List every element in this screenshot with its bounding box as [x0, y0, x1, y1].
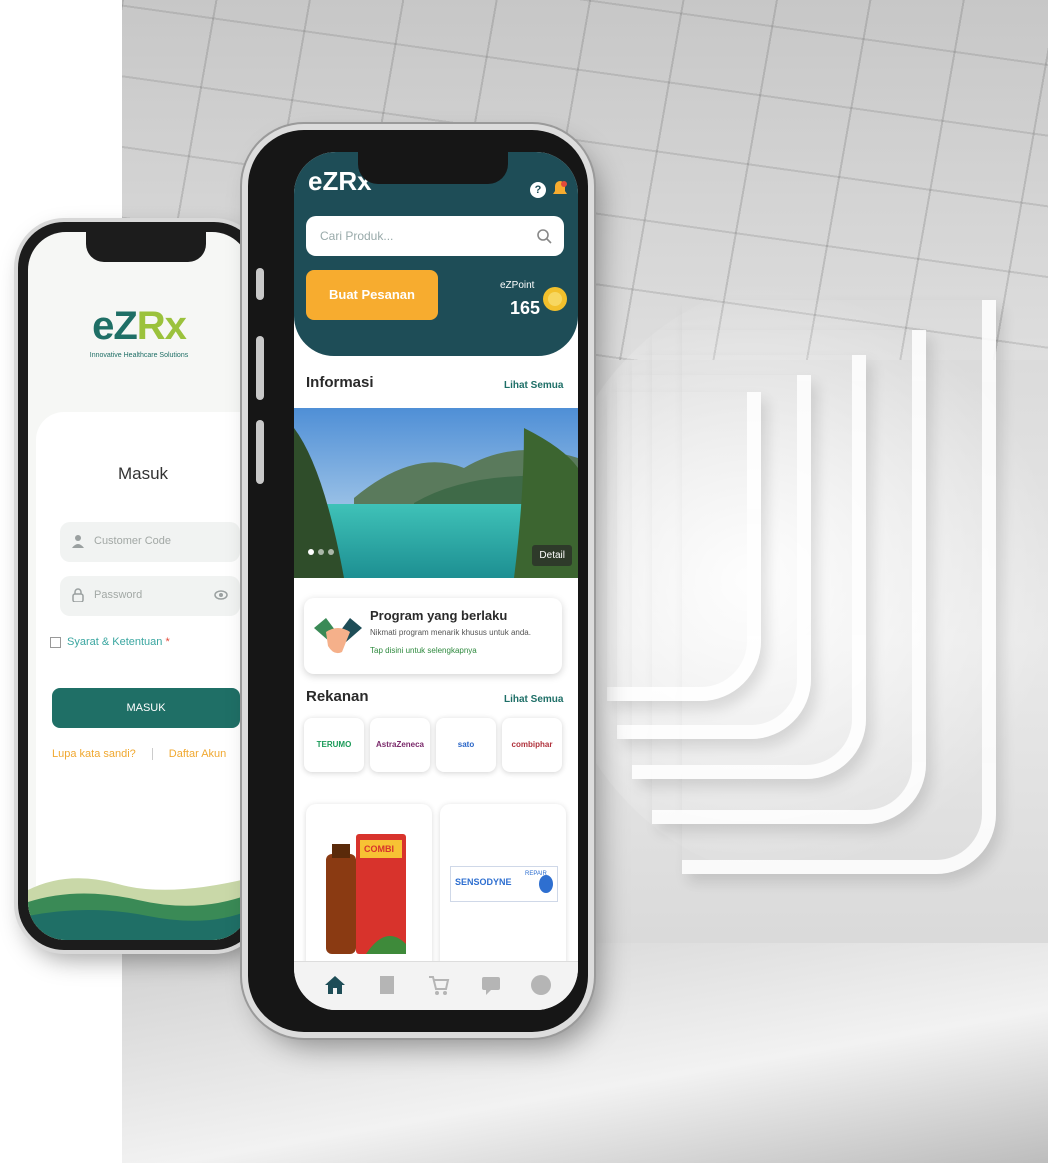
- product-name: COMBI: [364, 844, 394, 854]
- product-card[interactable]: COMBI: [306, 804, 432, 974]
- required-mark: *: [165, 636, 170, 648]
- document-icon[interactable]: [376, 974, 398, 996]
- terms-label[interactable]: Syarat & Ketentuan: [67, 636, 162, 648]
- help-icon[interactable]: ?: [530, 182, 546, 198]
- banner-pagination: [308, 542, 338, 560]
- info-see-all-link[interactable]: Lihat Semua: [504, 380, 563, 391]
- banner-dot[interactable]: [308, 549, 314, 555]
- ezpoint-coin-icon: [543, 287, 567, 311]
- phone-side-button: [256, 336, 264, 400]
- password-placeholder: Password: [94, 589, 143, 601]
- ezpoint-label: eZPoint: [500, 280, 535, 291]
- handshake-icon: [314, 618, 362, 654]
- profile-icon[interactable]: [530, 974, 552, 996]
- register-link[interactable]: Daftar Akun: [169, 748, 226, 760]
- chat-icon[interactable]: [480, 974, 502, 996]
- info-section-title: Informasi: [306, 374, 374, 391]
- partner-name: AstraZeneca: [375, 740, 425, 749]
- create-order-button[interactable]: Buat Pesanan: [306, 270, 438, 320]
- home-screen: eZRx ? Cari Produk... Buat Pesanan eZPoi…: [294, 152, 578, 1010]
- partner-card[interactable]: sato: [436, 718, 496, 772]
- search-icon[interactable]: [536, 228, 552, 244]
- user-icon: [72, 535, 84, 548]
- partner-card[interactable]: AstraZeneca: [370, 718, 430, 772]
- partner-name: TERUMO: [316, 740, 352, 749]
- product-name: SENSODYNE: [455, 877, 512, 887]
- banner-detail-button[interactable]: Detail: [532, 545, 572, 566]
- cart-icon[interactable]: [428, 974, 450, 996]
- ezpoint-value: 165: [510, 298, 541, 318]
- green-wave-decoration: [28, 878, 250, 940]
- program-description: Nikmati program menarik khusus untuk and…: [370, 628, 531, 637]
- notification-bell-icon[interactable]: [552, 180, 568, 198]
- phone-notch: [358, 152, 508, 184]
- customer-code-placeholder: Customer Code: [94, 535, 172, 547]
- password-field[interactable]: Password: [60, 576, 240, 616]
- login-title: Masuk: [117, 464, 169, 483]
- banner-dot[interactable]: [328, 549, 334, 555]
- program-card[interactable]: Program yang berlaku Nikmati program men…: [304, 598, 562, 674]
- bottom-tab-bar: [294, 961, 578, 1010]
- logo-text: eZRx: [92, 304, 187, 348]
- corridor-rib: [607, 392, 761, 701]
- forgot-password-link[interactable]: Lupa kata sandi?: [52, 748, 136, 760]
- login-phone: eZRx Innovative Healthcare Solutions Mas…: [18, 222, 260, 950]
- banner-dot[interactable]: [318, 549, 324, 555]
- customer-code-field[interactable]: Customer Code: [60, 522, 240, 562]
- partner-card[interactable]: combiphar: [502, 718, 562, 772]
- product-image-sensodyne: SENSODYNE REPAIR: [450, 866, 558, 902]
- product-card[interactable]: SENSODYNE REPAIR: [440, 804, 566, 974]
- search-input[interactable]: Cari Produk...: [306, 216, 564, 256]
- lock-icon: [72, 588, 84, 602]
- program-title: Program yang berlaku: [370, 608, 508, 623]
- login-links: Lupa kata sandi? Daftar Akun: [52, 748, 240, 761]
- phone-side-button: [256, 420, 264, 484]
- search-placeholder: Cari Produk...: [320, 229, 394, 243]
- phone-notch: [86, 232, 206, 262]
- home-icon[interactable]: [324, 974, 346, 996]
- link-divider: [151, 748, 153, 761]
- phone-side-button: [256, 268, 264, 300]
- product-image-combi: [326, 834, 406, 954]
- login-screen: eZRx Innovative Healthcare Solutions Mas…: [28, 232, 250, 940]
- terms-checkbox-row[interactable]: Syarat & Ketentuan *: [50, 636, 170, 648]
- partners-see-all-link[interactable]: Lihat Semua: [504, 694, 563, 705]
- info-banner[interactable]: Detail: [294, 408, 578, 578]
- program-link[interactable]: Tap disini untuk selengkapnya: [370, 646, 477, 655]
- logo-tagline: Innovative Healthcare Solutions: [89, 352, 189, 359]
- home-phone: eZRx ? Cari Produk... Buat Pesanan eZPoi…: [248, 130, 588, 1032]
- tooth-logo: [539, 875, 553, 893]
- partner-name: combiphar: [511, 740, 553, 749]
- partners-section-title: Rekanan: [306, 688, 369, 705]
- eye-icon[interactable]: [214, 589, 228, 601]
- partners-row: TERUMO AstraZeneca sato combiphar: [304, 718, 578, 774]
- terms-checkbox[interactable]: [50, 636, 61, 648]
- ezrx-logo: eZRx: [28, 304, 250, 349]
- login-button[interactable]: MASUK: [52, 688, 240, 728]
- partner-card[interactable]: TERUMO: [304, 718, 364, 772]
- partner-name: sato: [457, 740, 475, 749]
